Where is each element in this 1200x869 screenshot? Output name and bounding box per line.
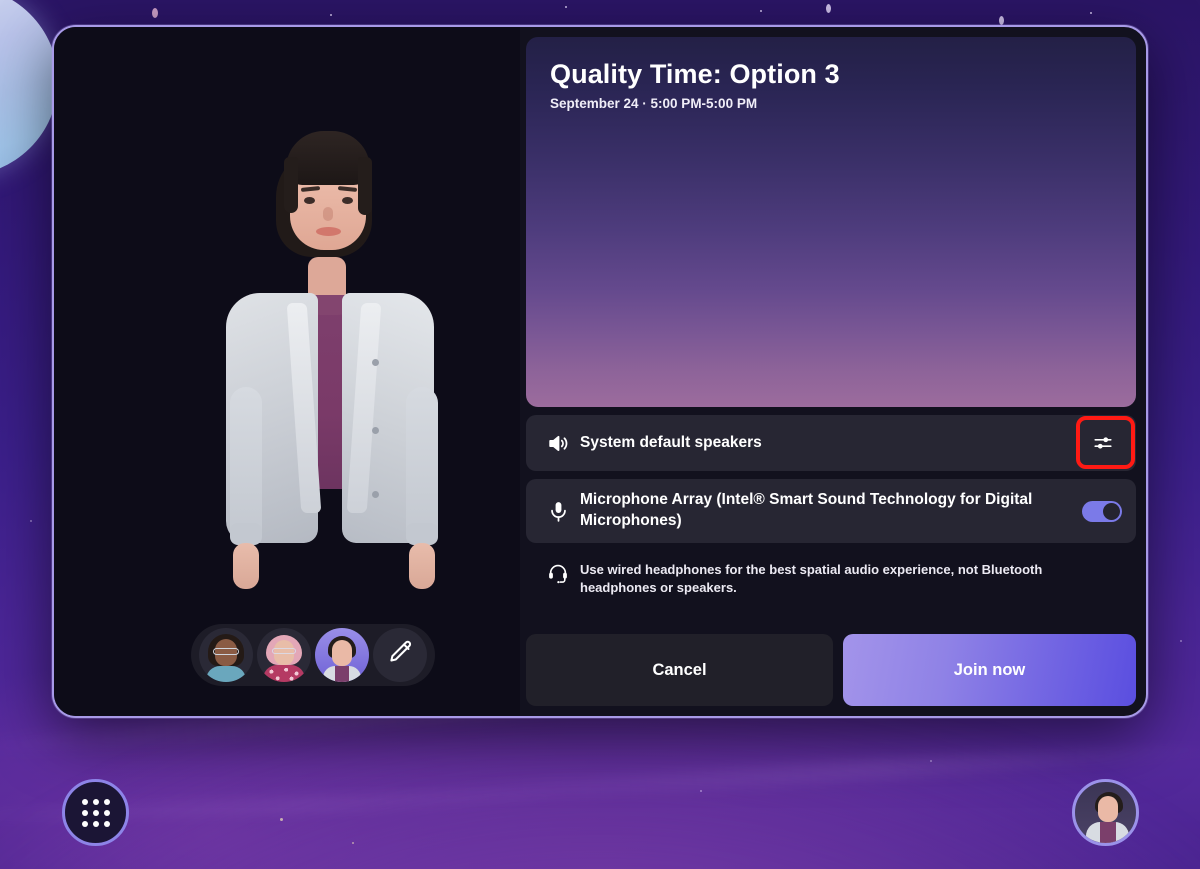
meeting-time: September 24 · 5:00 PM-5:00 PM bbox=[550, 96, 758, 111]
join-now-button[interactable]: Join now bbox=[843, 634, 1136, 706]
avatar-picker bbox=[191, 624, 435, 686]
star-dot bbox=[330, 14, 332, 16]
spatial-audio-tip: Use wired headphones for the best spatia… bbox=[526, 549, 1136, 608]
audio-settings-sliders-icon[interactable] bbox=[1084, 426, 1122, 460]
avatar-option-3[interactable] bbox=[315, 628, 369, 682]
star-dot bbox=[352, 842, 354, 844]
microphone-icon bbox=[546, 499, 580, 524]
avatar-hand-right bbox=[409, 543, 435, 589]
join-options-panel: Quality Time: Option 3 September 24 · 5:… bbox=[520, 27, 1146, 716]
headset-icon bbox=[546, 561, 580, 591]
avatar-eye-left bbox=[304, 197, 315, 204]
star-dot bbox=[1090, 12, 1092, 14]
glasses-icon bbox=[272, 648, 296, 654]
glasses-icon bbox=[213, 648, 239, 655]
star-dot bbox=[700, 790, 702, 792]
star-dot bbox=[930, 760, 932, 762]
avatar-hair-side-right bbox=[358, 157, 372, 215]
user-avatar-icon bbox=[1086, 822, 1129, 843]
avatar-mouth bbox=[316, 227, 341, 236]
avatar-3d-render bbox=[54, 87, 520, 632]
star-dot bbox=[999, 16, 1004, 25]
avatar-button bbox=[372, 359, 379, 366]
speaker-device-label: System default speakers bbox=[580, 433, 762, 451]
dialog-actions: Cancel Join now bbox=[526, 624, 1136, 706]
star-dot bbox=[152, 8, 158, 18]
app-launcher-button[interactable] bbox=[62, 779, 129, 846]
star-dot bbox=[826, 4, 831, 13]
pencil-icon bbox=[385, 638, 415, 673]
avatar-eye-right bbox=[342, 197, 353, 204]
avatar-button bbox=[372, 491, 379, 498]
avatar-hair-side-left bbox=[284, 157, 298, 213]
microphone-toggle[interactable] bbox=[1082, 500, 1122, 522]
avatar-option-2[interactable] bbox=[257, 628, 311, 682]
avatar-cuff-left bbox=[230, 523, 262, 545]
avatar-cuff-right bbox=[406, 523, 438, 545]
star-dot bbox=[760, 10, 762, 12]
edit-avatar-button[interactable] bbox=[373, 628, 427, 682]
microphone-device-row[interactable]: Microphone Array (Intel® Smart Sound Tec… bbox=[526, 479, 1136, 543]
planet-decoration bbox=[0, 0, 58, 176]
speaker-device-row[interactable]: System default speakers bbox=[526, 415, 1136, 471]
avatar-hand-left bbox=[233, 543, 259, 589]
cancel-button[interactable]: Cancel bbox=[526, 634, 833, 706]
video-preview: Quality Time: Option 3 September 24 · 5:… bbox=[526, 37, 1136, 407]
star-dot bbox=[565, 6, 567, 8]
spatial-audio-tip-text: Use wired headphones for the best spatia… bbox=[580, 562, 1043, 595]
star-dot bbox=[280, 818, 283, 821]
speaker-icon bbox=[546, 431, 580, 456]
star-dot bbox=[30, 520, 32, 522]
join-meeting-dialog: Quality Time: Option 3 September 24 · 5:… bbox=[52, 25, 1148, 718]
toggle-knob bbox=[1103, 502, 1120, 520]
page-title: Quality Time: Option 3 bbox=[550, 59, 840, 89]
avatar-nose bbox=[323, 207, 333, 221]
microphone-device-label: Microphone Array (Intel® Smart Sound Tec… bbox=[580, 491, 1033, 529]
user-avatar-button[interactable] bbox=[1072, 779, 1139, 846]
avatar-preview-stage bbox=[54, 27, 520, 716]
star-dot bbox=[1180, 640, 1182, 642]
avatar-button bbox=[372, 427, 379, 434]
avatar-option-1[interactable] bbox=[199, 628, 253, 682]
grid-apps-icon bbox=[81, 798, 110, 827]
